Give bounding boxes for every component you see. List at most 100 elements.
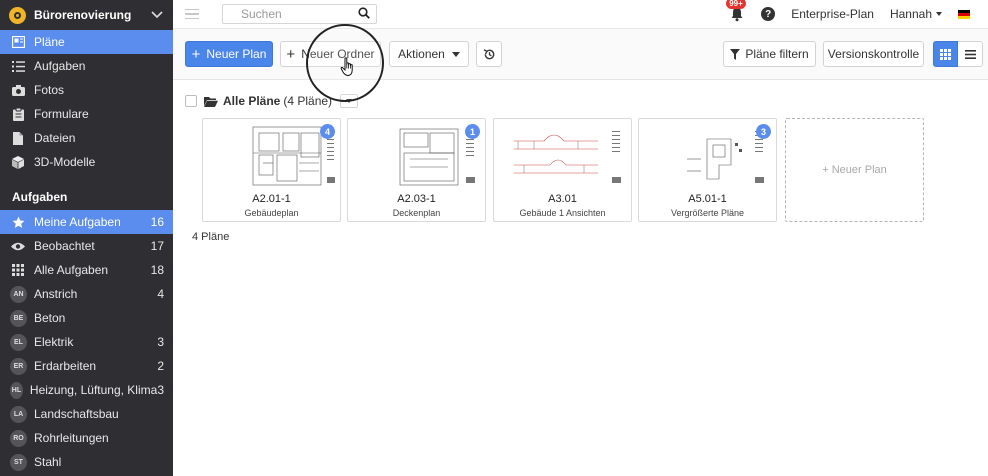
trade-badge: ER	[10, 357, 27, 375]
user-menu[interactable]: Hannah	[890, 7, 942, 21]
sidebar-item-photos[interactable]: Fotos	[0, 78, 173, 102]
sidebar-item-elektrik[interactable]: EL Elektrik 3	[0, 330, 173, 354]
caret-down-icon	[451, 51, 460, 57]
select-all-checkbox[interactable]	[185, 95, 197, 107]
plans-total-label: 4 Pläne	[192, 231, 230, 243]
list-view-icon	[964, 49, 976, 59]
menu-icon[interactable]	[185, 8, 199, 20]
view-toggle	[933, 41, 983, 67]
task-count: 3	[157, 383, 164, 397]
file-icon	[11, 131, 25, 145]
sidebar-item-label: Anstrich	[34, 287, 78, 301]
help-icon[interactable]: ?	[761, 7, 776, 21]
forms-icon	[11, 107, 25, 121]
eye-icon	[11, 239, 25, 253]
trade-badge: BE	[10, 309, 27, 327]
plan-card[interactable]: A3.01 Gebäude 1 Ansichten	[493, 118, 632, 222]
plan-thumbnail	[514, 131, 621, 183]
star-icon	[11, 215, 25, 229]
trade-badge: HL	[10, 381, 23, 399]
flag-de-icon[interactable]	[958, 9, 970, 19]
project-logo	[9, 6, 26, 24]
sidebar-item-label: Beton	[34, 311, 66, 325]
plan-card[interactable]: 4 A2.01-1 Gebäudeplan	[202, 118, 341, 222]
sidebar-item-hlk[interactable]: HL Heizung, Lüftung, Klima 3	[0, 378, 173, 402]
plan-title: A2.01-1	[252, 193, 291, 205]
folder-open-icon	[204, 96, 218, 107]
plan-card[interactable]: 1 A2.03-1 Deckenplan	[347, 118, 486, 222]
sidebar: Bürorenovierung Pläne Aufgaben Fotos For…	[0, 0, 173, 476]
sidebar-item-label: Dateien	[34, 131, 76, 145]
sidebar-item-erdarbeiten[interactable]: ER Erdarbeiten 2	[0, 354, 173, 378]
list-icon	[11, 59, 25, 73]
sidebar-item-label: 3D-Modelle	[34, 155, 96, 169]
search-box[interactable]	[222, 4, 377, 24]
sidebar-item-label: Pläne	[34, 35, 65, 49]
new-plan-button[interactable]: + Neuer Plan	[185, 41, 273, 67]
version-control-button[interactable]: Versionskontrolle	[823, 41, 924, 67]
list-view-button[interactable]	[958, 41, 983, 67]
plus-icon: +	[286, 45, 296, 63]
history-button[interactable]	[476, 41, 502, 67]
enterprise-plan-link[interactable]: Enterprise-Plan	[791, 7, 874, 21]
sidebar-item-anstrich[interactable]: AN Anstrich 4	[0, 282, 173, 306]
plan-title: A3.01	[548, 193, 577, 205]
filter-icon	[730, 48, 741, 60]
plan-issue-count-badge: 4	[320, 124, 335, 139]
sidebar-item-files[interactable]: Dateien	[0, 126, 173, 150]
plan-card[interactable]: 3 A5.01-1 Vergrößerte Pläne	[638, 118, 777, 222]
plan-issue-count-badge: 1	[465, 124, 480, 139]
plan-subtitle: Vergrößerte Pläne	[670, 208, 745, 218]
search-icon[interactable]	[358, 6, 370, 22]
filter-plans-label: Pläne filtern	[745, 47, 809, 61]
sidebar-item-3d-models[interactable]: 3D-Modelle	[0, 150, 173, 174]
tasks-section-title: Aufgaben	[12, 190, 68, 204]
plans-content: Alle Pläne (4 Pläne) 4 A2.01-1 Gebäudepl…	[173, 80, 988, 476]
filter-plans-button[interactable]: Pläne filtern	[723, 41, 816, 67]
sidebar-item-label: Erdarbeiten	[34, 359, 97, 373]
top-bar: 99+ ? Enterprise-Plan Hannah	[173, 0, 988, 29]
chevron-down-icon[interactable]	[150, 8, 164, 22]
plan-issue-count-badge: 3	[756, 124, 771, 139]
actions-label: Aktionen	[398, 47, 445, 61]
plan-title: A5.01-1	[688, 193, 727, 205]
trade-badge: EL	[10, 333, 27, 351]
version-control-label: Versionskontrolle	[827, 47, 920, 61]
hand-cursor-icon	[340, 57, 353, 77]
sidebar-item-landschaftsbau[interactable]: LA Landschaftsbau	[0, 402, 173, 426]
caret-down-icon	[936, 12, 942, 16]
grid-view-button[interactable]	[933, 41, 958, 67]
sidebar-item-label: Aufgaben	[34, 59, 86, 73]
sidebar-item-forms[interactable]: Formulare	[0, 102, 173, 126]
sidebar-item-label: Elektrik	[34, 335, 74, 349]
sidebar-item-rohrleitungen[interactable]: RO Rohrleitungen	[0, 426, 173, 450]
user-name: Hannah	[889, 7, 932, 21]
history-icon	[483, 48, 494, 59]
sidebar-item-label: Meine Aufgaben	[34, 215, 121, 229]
trade-badge: LA	[10, 405, 27, 423]
search-input[interactable]	[241, 7, 358, 21]
sidebar-item-all-tasks[interactable]: Alle Aufgaben 18	[0, 258, 173, 282]
grid-icon	[11, 263, 25, 277]
new-plan-card[interactable]: + Neuer Plan	[785, 118, 924, 222]
task-count: 17	[150, 239, 164, 253]
task-count: 18	[150, 263, 164, 277]
actions-dropdown[interactable]: Aktionen	[389, 41, 469, 67]
sidebar-item-label: Landschaftsbau	[34, 407, 119, 421]
sidebar-item-stahl[interactable]: ST Stahl	[0, 450, 173, 474]
sidebar-item-beton[interactable]: BE Beton	[0, 306, 173, 330]
cube-icon	[11, 155, 25, 169]
sidebar-item-my-tasks[interactable]: Meine Aufgaben 16	[0, 210, 173, 234]
grid-view-icon	[940, 48, 951, 60]
sidebar-item-plans[interactable]: Pläne	[0, 30, 173, 54]
sidebar-item-watched[interactable]: Beobachtet 17	[0, 234, 173, 258]
new-plan-label: Neuer Plan	[206, 47, 267, 61]
trade-badge: ST	[10, 453, 27, 471]
folder-title[interactable]: Alle Pläne	[223, 94, 280, 108]
project-switcher[interactable]: Bürorenovierung	[0, 0, 173, 30]
notifications-button[interactable]: 99+	[726, 0, 746, 22]
sidebar-item-tasks[interactable]: Aufgaben	[0, 54, 173, 78]
sidebar-item-label: Stahl	[34, 455, 62, 469]
task-count: 4	[157, 287, 164, 301]
plans-icon	[11, 35, 25, 49]
